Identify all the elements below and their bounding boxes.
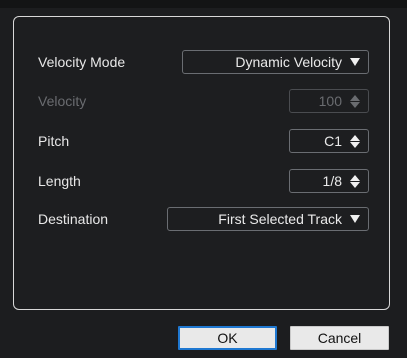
chevron-down-icon bbox=[350, 215, 360, 223]
pitch-spinbox[interactable]: C1 bbox=[289, 129, 369, 153]
destination-label: Destination bbox=[38, 211, 109, 227]
chevron-down-icon bbox=[350, 58, 360, 66]
length-value: 1/8 bbox=[322, 173, 342, 189]
velocity-label: Velocity bbox=[38, 93, 87, 109]
length-label: Length bbox=[38, 173, 81, 189]
title-bar-strip bbox=[0, 0, 407, 8]
spinner-arrows-icon bbox=[350, 94, 360, 108]
pitch-value: C1 bbox=[324, 133, 342, 149]
length-spinbox[interactable]: 1/8 bbox=[289, 169, 369, 193]
velocity-mode-dropdown[interactable]: Dynamic Velocity bbox=[182, 50, 369, 74]
spinner-arrows-icon bbox=[350, 134, 360, 148]
destination-dropdown[interactable]: First Selected Track bbox=[167, 207, 369, 231]
pitch-label: Pitch bbox=[38, 133, 70, 149]
cancel-button[interactable]: Cancel bbox=[290, 326, 389, 350]
velocity-mode-value: Dynamic Velocity bbox=[235, 54, 342, 70]
velocity-value: 100 bbox=[318, 93, 342, 109]
velocity-mode-label: Velocity Mode bbox=[38, 54, 126, 70]
ok-button[interactable]: OK bbox=[178, 326, 277, 350]
velocity-spinbox[interactable]: 100 bbox=[289, 89, 369, 113]
spinner-arrows-icon bbox=[350, 174, 360, 188]
destination-value: First Selected Track bbox=[218, 211, 342, 227]
